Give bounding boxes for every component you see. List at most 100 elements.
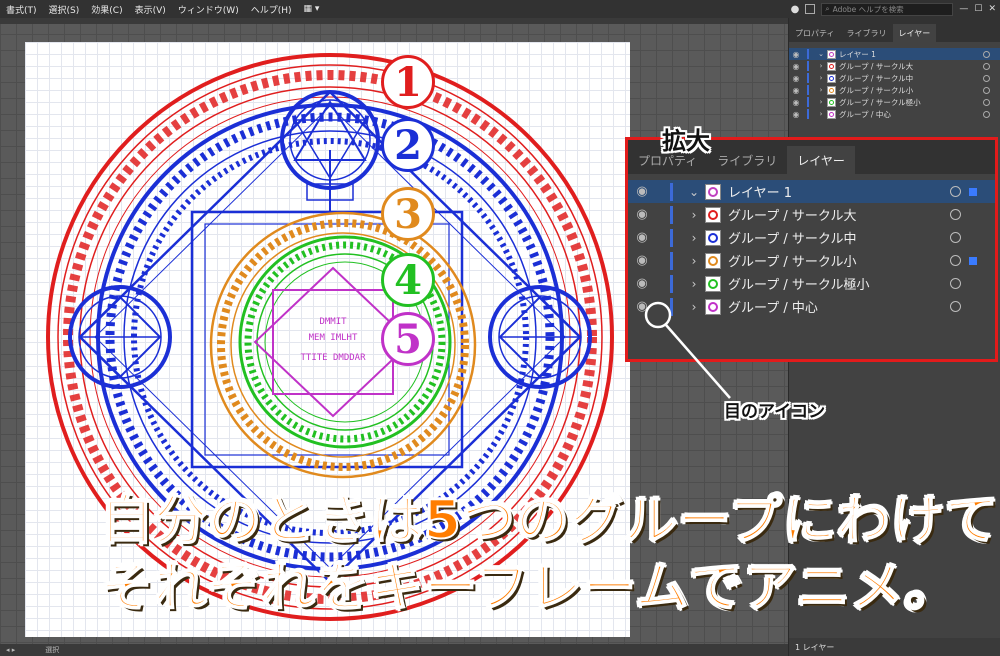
layer-thumbnail <box>705 275 721 292</box>
eye-icon[interactable]: ◉ <box>628 184 656 199</box>
target-icon[interactable] <box>983 62 990 70</box>
target-icon[interactable] <box>950 255 961 266</box>
badge-3-label: 3 <box>394 190 422 238</box>
layer-label: グループ / 中心 <box>839 109 891 119</box>
target-icon[interactable] <box>983 74 990 82</box>
badge-4-label: 4 <box>394 256 422 304</box>
help-search-input[interactable]: ⌕ Adobe ヘルプを検索 <box>821 2 954 16</box>
zoom-layer-row[interactable]: ◉ › グループ / 中心 <box>628 295 995 318</box>
target-icon[interactable] <box>983 98 990 106</box>
layer-row[interactable]: ◉ › グループ / サークル小 <box>789 84 1000 96</box>
tab-layers[interactable]: レイヤー <box>892 24 937 42</box>
zoom-tab-layers[interactable]: レイヤー <box>787 146 855 174</box>
target-icon[interactable] <box>950 209 961 220</box>
chevron-right-icon[interactable]: › <box>683 231 705 245</box>
chevron-right-icon[interactable]: › <box>683 254 705 268</box>
zoom-layer-row[interactable]: ◉ › グループ / サークル中 <box>628 226 995 249</box>
target-icon[interactable] <box>950 232 961 243</box>
badge-1-label: 1 <box>394 58 422 106</box>
layer-label: レイヤー 1 <box>728 186 793 201</box>
eye-icon[interactable]: ◉ <box>789 62 803 71</box>
eye-icon[interactable]: ◉ <box>628 276 656 291</box>
workspace-switcher-icon[interactable]: ▦ ▾ <box>298 4 326 14</box>
layer-label: グループ / サークル中 <box>728 232 857 247</box>
chevron-right-icon[interactable]: › <box>815 74 827 82</box>
layer-thumbnail <box>705 206 721 223</box>
close-button[interactable]: ✕ <box>988 4 996 14</box>
status-arrows[interactable]: ◂ ▸ <box>6 646 15 654</box>
layer-thumbnail <box>827 49 836 59</box>
eye-icon[interactable]: ◉ <box>628 207 656 222</box>
menu-help[interactable]: ヘルプ(H) <box>245 3 298 16</box>
zoom-layer-row[interactable]: ◉ › グループ / サークル小 <box>628 249 995 272</box>
eye-icon[interactable]: ◉ <box>789 50 803 59</box>
layer-row[interactable]: ◉ ⌄ レイヤー 1 <box>789 48 1000 60</box>
menu-view[interactable]: 表示(V) <box>129 3 172 16</box>
layer-thumbnail <box>827 109 836 119</box>
eye-icon[interactable]: ◉ <box>789 110 803 119</box>
zoom-title: 拡大 <box>662 127 710 155</box>
chevron-right-icon[interactable]: › <box>683 277 705 291</box>
zoom-layer-row[interactable]: ◉ ⌄ レイヤー 1 <box>628 180 995 203</box>
eye-icon[interactable]: ◉ <box>789 74 803 83</box>
target-icon[interactable] <box>983 86 990 94</box>
layer-row[interactable]: ◉ › グループ / サークル中 <box>789 72 1000 84</box>
ruler <box>0 18 788 24</box>
center-text-1: DMMIT <box>319 317 347 327</box>
eye-icon[interactable]: ◉ <box>628 299 656 314</box>
chevron-right-icon[interactable]: › <box>815 110 827 118</box>
badge-5-label: 5 <box>394 315 422 363</box>
selection-indicator <box>969 256 977 265</box>
eye-icon[interactable]: ◉ <box>789 98 803 107</box>
menu-effect[interactable]: 効果(C) <box>85 3 128 16</box>
menu-window[interactable]: ウィンドウ(W) <box>172 3 245 16</box>
tab-properties[interactable]: プロパティ <box>789 24 841 42</box>
target-icon[interactable] <box>950 186 961 197</box>
target-icon[interactable] <box>983 110 990 118</box>
chevron-right-icon[interactable]: › <box>815 62 827 70</box>
maximize-button[interactable]: ☐ <box>974 4 982 14</box>
layer-label: グループ / サークル小 <box>839 85 914 95</box>
target-icon[interactable] <box>950 278 961 289</box>
minimize-button[interactable]: — <box>959 4 968 14</box>
layer-thumbnail <box>705 252 721 269</box>
layer-thumbnail <box>827 73 836 83</box>
layer-thumbnail <box>705 229 721 246</box>
layer-row[interactable]: ◉ › グループ / サークル大 <box>789 60 1000 72</box>
status-mode: 選択 <box>45 646 60 654</box>
chevron-right-icon[interactable]: › <box>683 300 705 314</box>
chevron-down-icon[interactable]: ⌄ <box>815 50 827 58</box>
arrange-icon[interactable] <box>805 4 816 14</box>
layer-count: 1 レイヤー <box>795 642 835 652</box>
eye-icon[interactable]: ◉ <box>789 86 803 95</box>
zoom-layer-row[interactable]: ◉ › グループ / サークル大 <box>628 203 995 226</box>
zoom-tab-libraries[interactable]: ライブラリ <box>707 146 787 174</box>
panel-tabs: プロパティ ライブラリ レイヤー <box>789 18 1000 42</box>
caption-line-1: 自分のときは5つのグループにわけて <box>99 489 999 552</box>
menu-select[interactable]: 選択(S) <box>43 3 86 16</box>
badge-5: 5 <box>381 312 435 366</box>
badge-2-label: 2 <box>394 121 422 169</box>
eye-icon[interactable]: ◉ <box>628 253 656 268</box>
chevron-down-icon[interactable]: ⌄ <box>683 185 705 199</box>
menu-type[interactable]: 書式(T) <box>0 3 43 16</box>
eye-icon[interactable]: ◉ <box>628 230 656 245</box>
center-text-2: MEM IMLHT <box>309 333 358 343</box>
target-icon[interactable] <box>950 301 961 312</box>
badge-2: 2 <box>381 118 435 172</box>
badge-4: 4 <box>381 253 435 307</box>
selection-indicator <box>969 187 977 196</box>
layer-label: グループ / サークル極小 <box>839 97 921 107</box>
user-icon[interactable]: ● <box>791 4 800 15</box>
chevron-right-icon[interactable]: › <box>815 98 827 106</box>
layer-row[interactable]: ◉ › グループ / サークル極小 <box>789 96 1000 108</box>
layer-row[interactable]: ◉ › グループ / 中心 <box>789 108 1000 120</box>
tab-libraries[interactable]: ライブラリ <box>841 24 893 42</box>
badge-3: 3 <box>381 187 435 241</box>
chevron-right-icon[interactable]: › <box>683 208 705 222</box>
eye-annotation-label: 目のアイコン <box>724 402 826 422</box>
layer-label: グループ / サークル中 <box>839 73 914 83</box>
target-icon[interactable] <box>983 50 990 58</box>
chevron-right-icon[interactable]: › <box>815 86 827 94</box>
zoom-layer-row[interactable]: ◉ › グループ / サークル極小 <box>628 272 995 295</box>
